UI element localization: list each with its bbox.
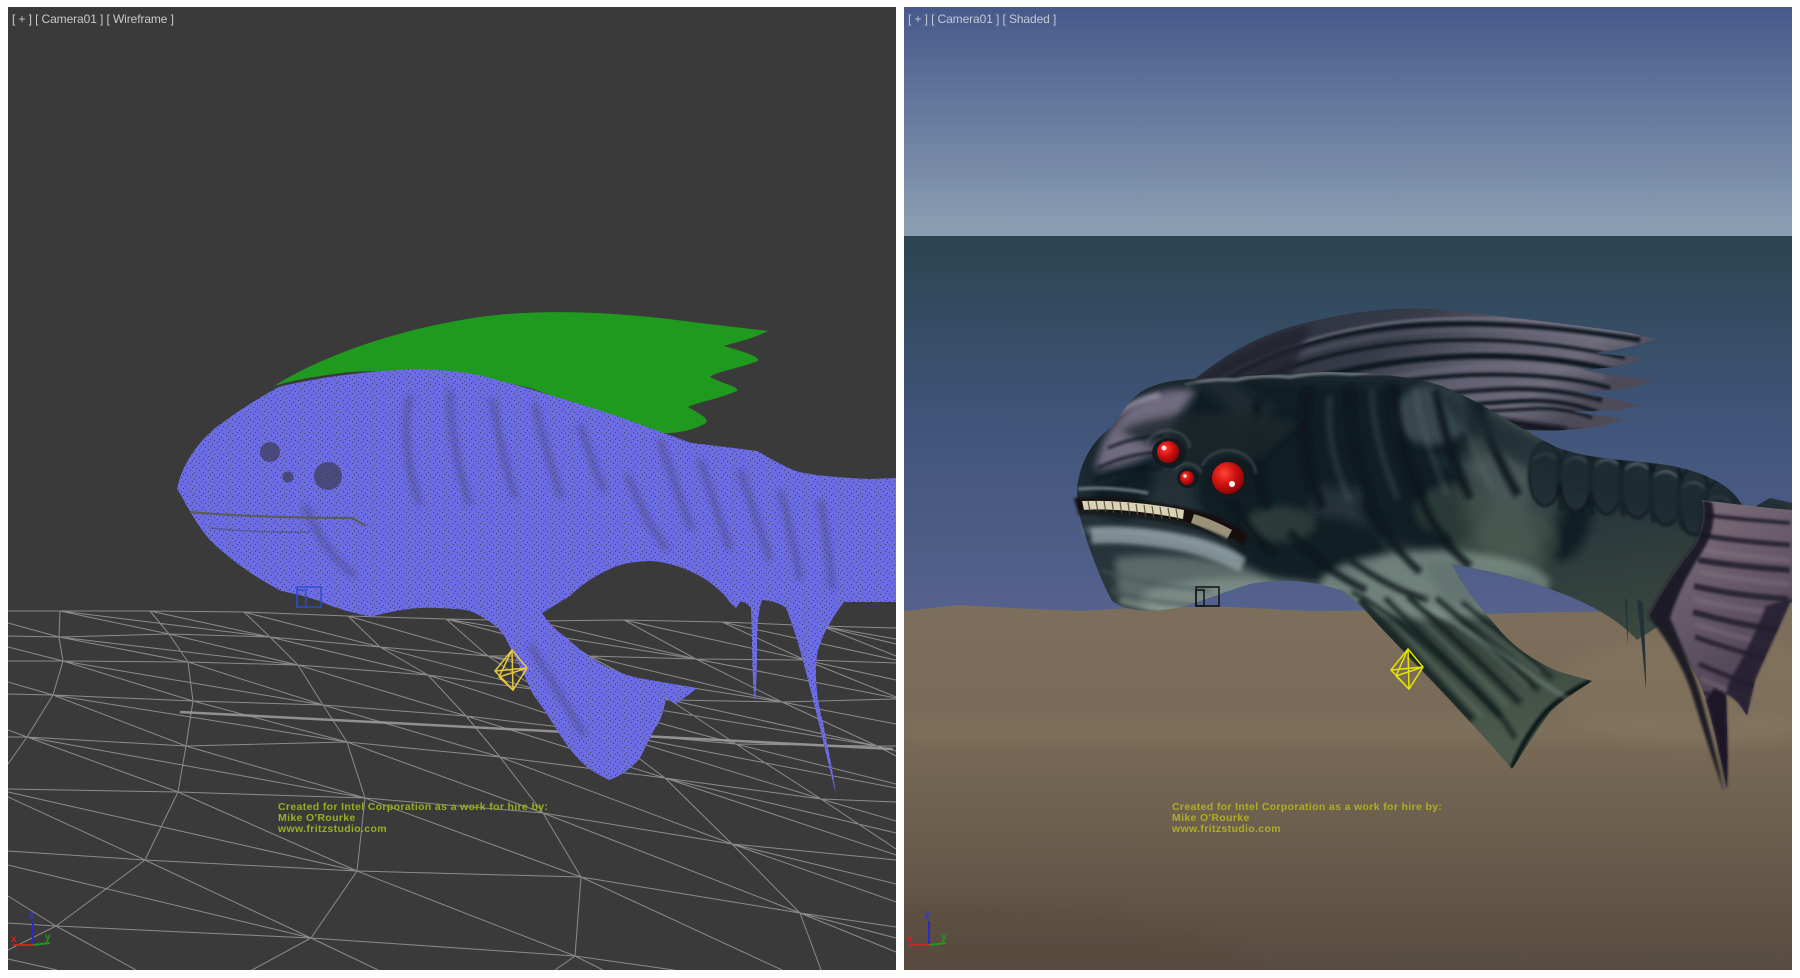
svg-text:x: x [907,934,913,945]
svg-text:[ + ] [ Camera01 ] [ Wireframe: [ + ] [ Camera01 ] [ Wireframe ] [12,12,174,26]
svg-text:y: y [45,932,51,943]
svg-text:x: x [11,934,17,945]
svg-text:[ + ] [ Camera01 ] [ Shaded ]: [ + ] [ Camera01 ] [ Shaded ] [908,12,1056,26]
svg-text:y: y [941,932,947,943]
svg-text:www.fritzstudio.com: www.fritzstudio.com [277,823,387,835]
svg-text:z: z [925,910,930,921]
svg-text:z: z [29,910,34,921]
svg-text:www.fritzstudio.com: www.fritzstudio.com [1171,823,1281,835]
